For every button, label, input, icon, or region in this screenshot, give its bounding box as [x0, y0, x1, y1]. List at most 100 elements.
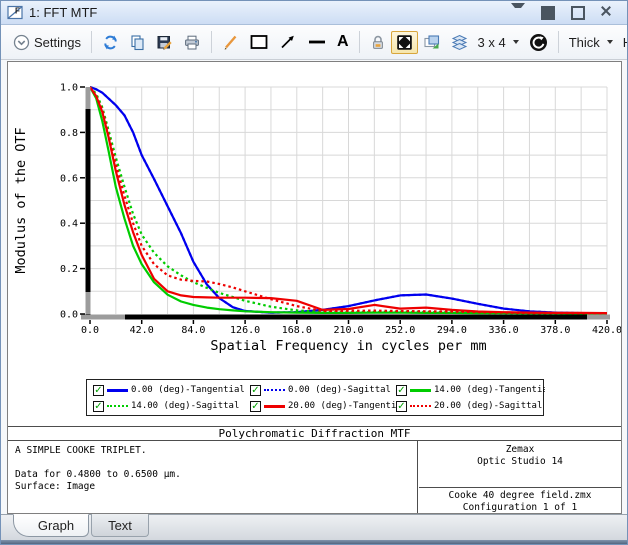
tab-graph-label: Graph [38, 518, 74, 533]
x-tick-label: 126.0 [230, 325, 260, 336]
legend-checkbox[interactable]: ✓ [250, 401, 261, 412]
configuration-text: Configuration 1 of 1 [419, 502, 621, 514]
thickness-dropdown[interactable]: Thick [564, 32, 618, 53]
close-icon[interactable] [601, 6, 615, 20]
x-tick-label: 378.0 [540, 325, 570, 336]
x-tick-label: 336.0 [489, 325, 519, 336]
legend-checkbox[interactable]: ✓ [93, 385, 104, 396]
refresh-button[interactable] [97, 31, 124, 54]
copy-window-button[interactable] [418, 31, 446, 54]
legend-line-sample [107, 389, 128, 392]
copy-window-icon [423, 34, 441, 51]
quality-dropdown[interactable]: High [618, 32, 628, 53]
tab-text[interactable]: Text [91, 514, 149, 537]
text-icon: A [337, 34, 349, 50]
y-axis-handle-top[interactable] [86, 87, 91, 109]
reset-button[interactable] [524, 30, 553, 55]
legend-checkbox[interactable]: ✓ [250, 385, 261, 396]
copy-icon [129, 34, 146, 51]
legend-line-sample [107, 405, 128, 407]
y-axis-handle-bottom[interactable] [86, 292, 91, 314]
legend-line-sample [410, 389, 431, 392]
toolbar: Settings [1, 25, 627, 60]
legend-label: 20.00 (deg)-Tangential [288, 401, 396, 411]
fit-frame-button[interactable] [391, 31, 418, 54]
y-tick-label: 0.2 [60, 264, 78, 275]
settings-chevron-icon [13, 34, 30, 51]
legend-label: 14.00 (deg)-Sagittal [131, 401, 239, 411]
fft-mtf-window: F 1: FFT MTF Settings [0, 0, 628, 545]
x-tick-label: 0.0 [81, 325, 99, 336]
legend-label: 0.00 (deg)-Tangential [131, 385, 245, 395]
arrow-icon [279, 33, 297, 51]
y-tick-label: 0.6 [60, 173, 78, 184]
pencil-annotation-button[interactable] [217, 31, 244, 54]
separator [91, 31, 92, 53]
minimize-icon[interactable] [541, 6, 555, 20]
product-version-text: Optic Studio 14 [419, 456, 621, 468]
legend-label: 14.00 (deg)-Tangential [434, 385, 545, 395]
save-icon [156, 34, 173, 51]
save-button[interactable] [151, 31, 178, 54]
file-cell: Cooke 40 degree field.zmx Configuration … [419, 489, 621, 514]
y-tick-label: 0.8 [60, 128, 78, 139]
window-menu-caret-icon[interactable] [511, 6, 525, 20]
grid-layout-dropdown[interactable]: 3 x 4 [473, 32, 524, 53]
legend-item[interactable]: ✓ 14.00 (deg)-Tangential [396, 383, 545, 397]
x-tick-label: 42.0 [130, 325, 154, 336]
y-tick-label: 0.4 [60, 219, 78, 230]
rectangle-annotation-button[interactable] [244, 30, 274, 54]
layers-button[interactable] [446, 31, 473, 54]
layers-icon [451, 34, 468, 51]
info-table: A SIMPLE COOKE TRIPLET. Data for 0.4800 … [8, 440, 621, 513]
pencil-icon [222, 34, 239, 51]
window-bottom-edge [1, 540, 628, 545]
x-axis-handle-right[interactable] [587, 315, 610, 320]
surface-text: Surface: Image [15, 481, 410, 493]
print-button[interactable] [178, 31, 206, 54]
legend-item[interactable]: ✓ 0.00 (deg)-Tangential [93, 383, 250, 397]
lens-notes-cell: A SIMPLE COOKE TRIPLET. Data for 0.4800 … [8, 440, 418, 513]
print-icon [183, 34, 201, 51]
settings-button[interactable]: Settings [8, 31, 86, 54]
legend-label: 20.00 (deg)-Sagittal [434, 401, 542, 411]
legend-item[interactable]: ✓ 20.00 (deg)-Sagittal [396, 399, 545, 413]
legend-item[interactable]: ✓ 20.00 (deg)-Tangential [250, 399, 396, 413]
legend: ✓ 0.00 (deg)-Tangential ✓ 0.00 (deg)-Sagitt… [86, 379, 544, 416]
y-axis-title: Modulus of the OTF [13, 127, 29, 273]
separator [359, 31, 360, 53]
product-name-text: Zemax [419, 444, 621, 456]
legend-checkbox[interactable]: ✓ [396, 385, 407, 396]
settings-label: Settings [34, 35, 81, 50]
line-annotation-button[interactable] [302, 30, 332, 54]
x-axis-title: Spatial Frequency in cycles per mm [210, 338, 486, 354]
quality-label: High [623, 35, 628, 50]
arrow-annotation-button[interactable] [274, 30, 302, 54]
thickness-label: Thick [569, 35, 600, 50]
legend-line-sample [264, 405, 285, 408]
window-title: 1: FFT MTF [29, 5, 97, 20]
legend-label: 0.00 (deg)-Sagittal [288, 385, 391, 395]
legend-item[interactable]: ✓ 0.00 (deg)-Sagittal [250, 383, 396, 397]
legend-line-sample [410, 405, 431, 407]
x-tick-label: 168.0 [282, 325, 312, 336]
x-tick-label: 84.0 [181, 325, 205, 336]
maximize-icon[interactable] [571, 6, 585, 20]
chevron-down-icon [607, 40, 613, 44]
tab-bar: Graph Text [1, 514, 628, 540]
reset-icon [529, 33, 548, 52]
legend-checkbox[interactable]: ✓ [396, 401, 407, 412]
blank-line [15, 457, 410, 469]
text-annotation-button[interactable]: A [332, 31, 354, 53]
wavelength-range-text: Data for 0.4800 to 0.6500 µm. [15, 469, 410, 481]
lock-window-button[interactable] [365, 31, 391, 54]
tab-graph[interactable]: Graph [13, 514, 89, 537]
legend-item[interactable]: ✓ 14.00 (deg)-Sagittal [93, 399, 250, 413]
x-tick-label: 294.0 [437, 325, 467, 336]
grid-layout-label: 3 x 4 [478, 35, 506, 50]
legend-checkbox[interactable]: ✓ [93, 401, 104, 412]
x-axis-handle-left[interactable] [81, 315, 125, 320]
chevron-down-icon [513, 40, 519, 44]
legend-line-sample [264, 389, 285, 391]
copy-button[interactable] [124, 31, 151, 54]
